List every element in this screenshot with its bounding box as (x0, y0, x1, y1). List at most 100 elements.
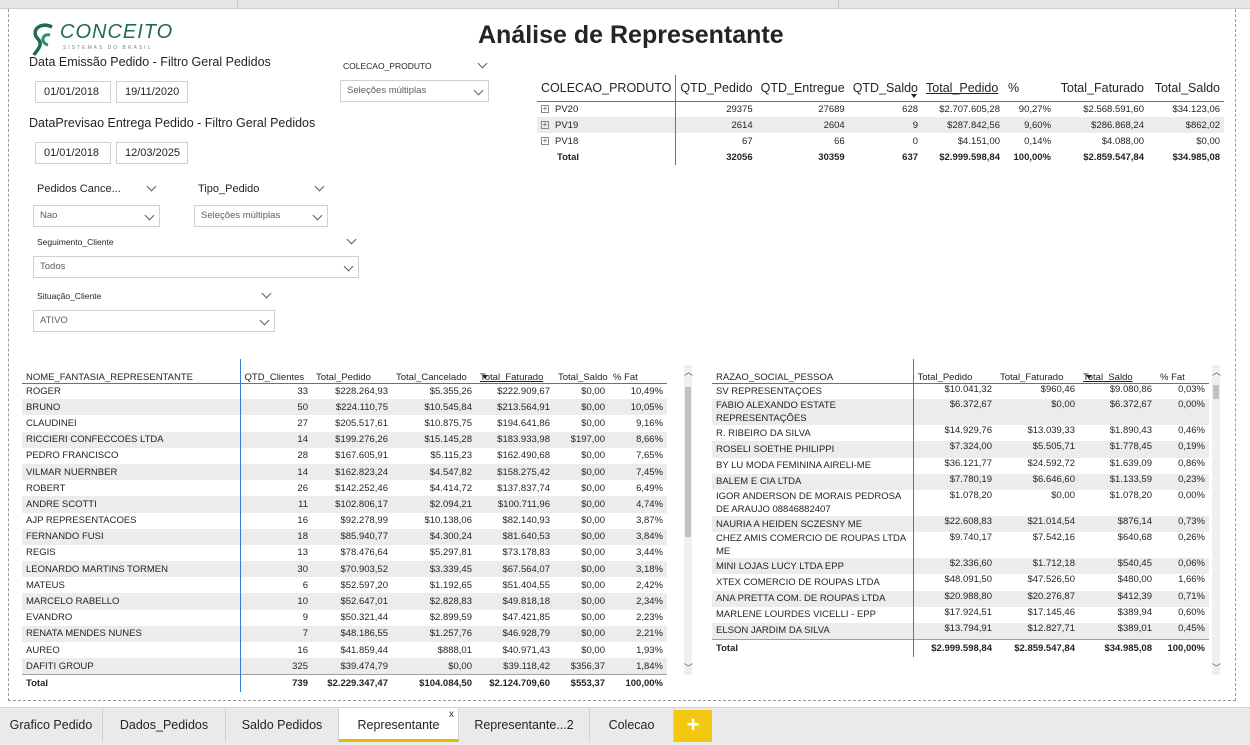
summary-cell: 0,14% (1024, 135, 1052, 147)
table-row[interactable]: EVANDRO 9 $50.321,44 $2.899,59 $47.421,85 $0,… (22, 609, 667, 626)
rep-header[interactable]: NOME_FANTASIA_REPRESENTANTE (22, 359, 241, 384)
summary-header[interactable]: QTD_Entregue (756, 75, 849, 102)
expand-icon[interactable]: + (541, 120, 549, 129)
summary-header[interactable]: Total_Faturado (1055, 75, 1149, 102)
table-row[interactable]: ELSON JARDIM DA SILVA $13.794,91 $12.827,7… (712, 622, 1209, 640)
tab-representante[interactable]: Representante x (339, 708, 459, 742)
table-row[interactable]: LEONARDO MARTINS TORMEN 30 $70.903,52 $3.33… (22, 561, 667, 578)
table-row[interactable]: FERNANDO FUSI 18 $85.940,77 $4.300,24 $81.64… (22, 528, 667, 545)
rep-cell: $15.145,28 (392, 431, 476, 448)
rep-header[interactable]: Total_Faturado (476, 359, 554, 384)
summary-cell: 90,27% (1018, 103, 1052, 115)
table-row[interactable]: MARLENE LOURDES VICELLI - EPP $17.924,51 $… (712, 606, 1209, 623)
table-row[interactable]: MATEUS 6 $52.597,20 $1.192,65 $51.404,55 $0,0… (22, 577, 667, 594)
expand-icon[interactable]: + (541, 136, 549, 145)
rep-cell: $102.806,17 (312, 496, 392, 513)
tipo-dropdown[interactable]: Seleções múltiplas (194, 205, 328, 227)
table-row[interactable]: ANDRE SCOTTI 11 $102.806,17 $2.094,21 $100.7… (22, 496, 667, 513)
scrollbar-thumb[interactable] (685, 387, 691, 537)
previsao-start-date[interactable]: 01/01/2018 (35, 142, 111, 164)
summary-header[interactable]: Total_Pedido (922, 75, 1005, 102)
table-row[interactable]: NAURIA A HEIDEN SCZESNY ME $22.608,83 $21.… (712, 515, 1209, 533)
table-row[interactable]: FABIO ALEXANDO ESTATE REPRESENTAÇÕES $6.3… (712, 399, 1209, 426)
emissao-end-date[interactable]: 19/11/2020 (116, 81, 188, 103)
summary-total-cell: 32056 (726, 151, 753, 163)
cancelados-dropdown[interactable]: Nao (33, 205, 160, 227)
rep-cell: $197,00 (554, 431, 609, 448)
rep-total-row: Total 739 $2.229.347,47 $104.084,50 $2.1… (22, 673, 667, 693)
seguimento-dropdown[interactable]: Todos (33, 256, 359, 278)
summary-header[interactable]: COLECAO_PRODUTO (537, 75, 677, 102)
client-header[interactable]: Total_Faturado (996, 359, 1079, 384)
rep-cell: 3,87% (636, 515, 663, 527)
table-row[interactable]: REGIS 13 $78.476,64 $5.297,81 $73.178,83 $0,0… (22, 544, 667, 562)
situacao-dropdown[interactable]: ATIVO (33, 310, 275, 332)
table-row[interactable]: AUREO 16 $41.859,44 $888,01 $40.971,43 $0,00 1… (22, 642, 667, 659)
scrollbar-thumb[interactable] (1213, 385, 1219, 399)
client-header[interactable]: Total_Saldo (1079, 359, 1156, 384)
add-page-button[interactable]: + (674, 710, 712, 742)
chevron-down-icon (312, 210, 323, 221)
table-row[interactable]: DAFITI GROUP 325 $39.474,79 $0,00 $39.118,42… (22, 658, 667, 675)
summary-total-row: Total 32056 30359 637 $2.999.598,84 100,… (537, 149, 1224, 165)
table-row[interactable]: ROBERT 26 $142.252,46 $4.414,72 $137.837,74 $… (22, 480, 667, 497)
close-icon[interactable]: x (449, 698, 454, 732)
rep-table-scrollbar[interactable]: ︿ ﹀ (684, 365, 693, 675)
summary-total-cell: 100,00% (1013, 151, 1052, 163)
client-table-scrollbar[interactable]: ︿ ﹀ (1212, 365, 1221, 675)
table-row[interactable]: MARCELO RABELLO 10 $52.647,01 $2.828,83 $49.… (22, 593, 667, 610)
scroll-down-icon[interactable]: ﹀ (1212, 661, 1221, 674)
client-header[interactable]: RAZAO_SOCIAL_PESSOA (712, 359, 914, 384)
client-name-cell: NAURIA A HEIDEN SCZESNY ME (712, 515, 914, 533)
table-row[interactable]: RICCIERI CONFECCOES LTDA 14 $199.276,26 $15… (22, 431, 667, 448)
tab-grafico-pedido[interactable]: Grafico Pedido (0, 708, 103, 742)
tab-representante-2[interactable]: Representante...2 (459, 708, 590, 742)
rep-header[interactable]: Total_Pedido (312, 359, 392, 384)
table-row[interactable]: BALEM E CIA LTDA $7.780,19 $6.646,60 $1.133… (712, 473, 1209, 490)
rep-header[interactable]: QTD_Clientes (240, 359, 312, 384)
table-row[interactable]: SV REPRESENTAÇOES $10.041,32 $960,46 $9.080… (712, 383, 1209, 400)
expand-icon[interactable]: + (541, 105, 549, 114)
table-row[interactable]: ROGER 33 $228.264,93 $5.355,26 $222.909,67 $0… (22, 383, 667, 400)
page-tab-bar: Grafico Pedido Dados_Pedidos Saldo Pedid… (0, 707, 1250, 745)
rep-header[interactable]: % Fat (609, 359, 667, 384)
emissao-start-date[interactable]: 01/01/2018 (35, 81, 111, 103)
previsao-end-date[interactable]: 12/03/2025 (116, 142, 188, 164)
rep-header[interactable]: Total_Cancelado (392, 359, 476, 384)
table-row[interactable]: IGOR ANDERSON DE MORAIS PEDROSA DE ARAUJ… (712, 489, 1209, 516)
table-row[interactable]: ANA PRETTA COM. DE ROUPAS LTDA $20.988,80… (712, 590, 1209, 607)
table-row[interactable]: RENATA MENDES NUNES 7 $48.186,55 $1.257,76 $… (22, 625, 667, 642)
rep-cell: 1,84% (609, 658, 667, 675)
client-cell: $1.133,59 (1079, 473, 1156, 490)
table-row[interactable]: AJP REPRESENTACOES 16 $92.278,99 $10.138,06… (22, 512, 667, 529)
client-cell: 0,23% (1156, 473, 1209, 490)
client-header[interactable]: Total_Pedido (913, 359, 996, 384)
table-row[interactable]: MINI LOJAS LUCY LTDA EPP $2.336,60 $1.712,… (712, 558, 1209, 575)
client-cell: $1.639,09 (1109, 457, 1152, 469)
tab-saldo-pedidos[interactable]: Saldo Pedidos (226, 708, 339, 742)
tab-dados-pedidos[interactable]: Dados_Pedidos (103, 708, 226, 742)
scroll-up-icon[interactable]: ︿ (1212, 365, 1221, 378)
client-name-cell: SV REPRESENTAÇOES (712, 383, 914, 400)
summary-header[interactable]: Total_Saldo (1148, 75, 1225, 102)
colecao-dropdown[interactable]: Seleções múltiplas (340, 80, 489, 102)
table-row[interactable]: VILMAR NUERNBER 14 $162.823,24 $4.547,82 $15… (22, 463, 667, 481)
client-header[interactable]: % Fat (1156, 359, 1209, 384)
table-row[interactable]: PEDRO FRANCISCO 28 $167.605,91 $5.115,23 $16… (22, 447, 667, 464)
cancelados-slicer-label: Pedidos Cance... (37, 183, 121, 195)
representative-name-cell: RENATA MENDES NUNES (22, 625, 241, 642)
summary-header[interactable]: % (1004, 75, 1056, 102)
summary-cell: $2.568.591,60 (1083, 103, 1145, 115)
table-row[interactable]: BRUNO 50 $224.110,75 $10.545,84 $213.564,91 $… (22, 399, 667, 416)
table-row[interactable]: BY LU MODA FEMININA AIRELI-ME $36.121,77 $… (712, 457, 1209, 474)
tab-colecao[interactable]: Colecao (590, 708, 674, 742)
table-row[interactable]: CHEZ AMIS COMERCIO DE ROUPAS LTDA ME $9.7… (712, 532, 1209, 559)
scroll-down-icon[interactable]: ﹀ (684, 661, 693, 674)
table-row[interactable]: ROSELI SOETHE PHILIPPI $7.324,00 $5.505,71… (712, 441, 1209, 458)
summary-header[interactable]: QTD_Pedido (675, 75, 757, 102)
table-row[interactable]: R. RIBEIRO DA SILVA $14.929,76 $13.039,33 $… (712, 425, 1209, 442)
table-row[interactable]: XTEX COMERCIO DE ROUPAS LTDA $48.091,50 $4… (712, 574, 1209, 591)
scroll-up-icon[interactable]: ︿ (684, 365, 693, 378)
table-row[interactable]: CLAUDINEI 27 $205.517,61 $10.875,75 $194.641… (22, 415, 667, 432)
rep-header[interactable]: Total_Saldo (554, 359, 609, 384)
